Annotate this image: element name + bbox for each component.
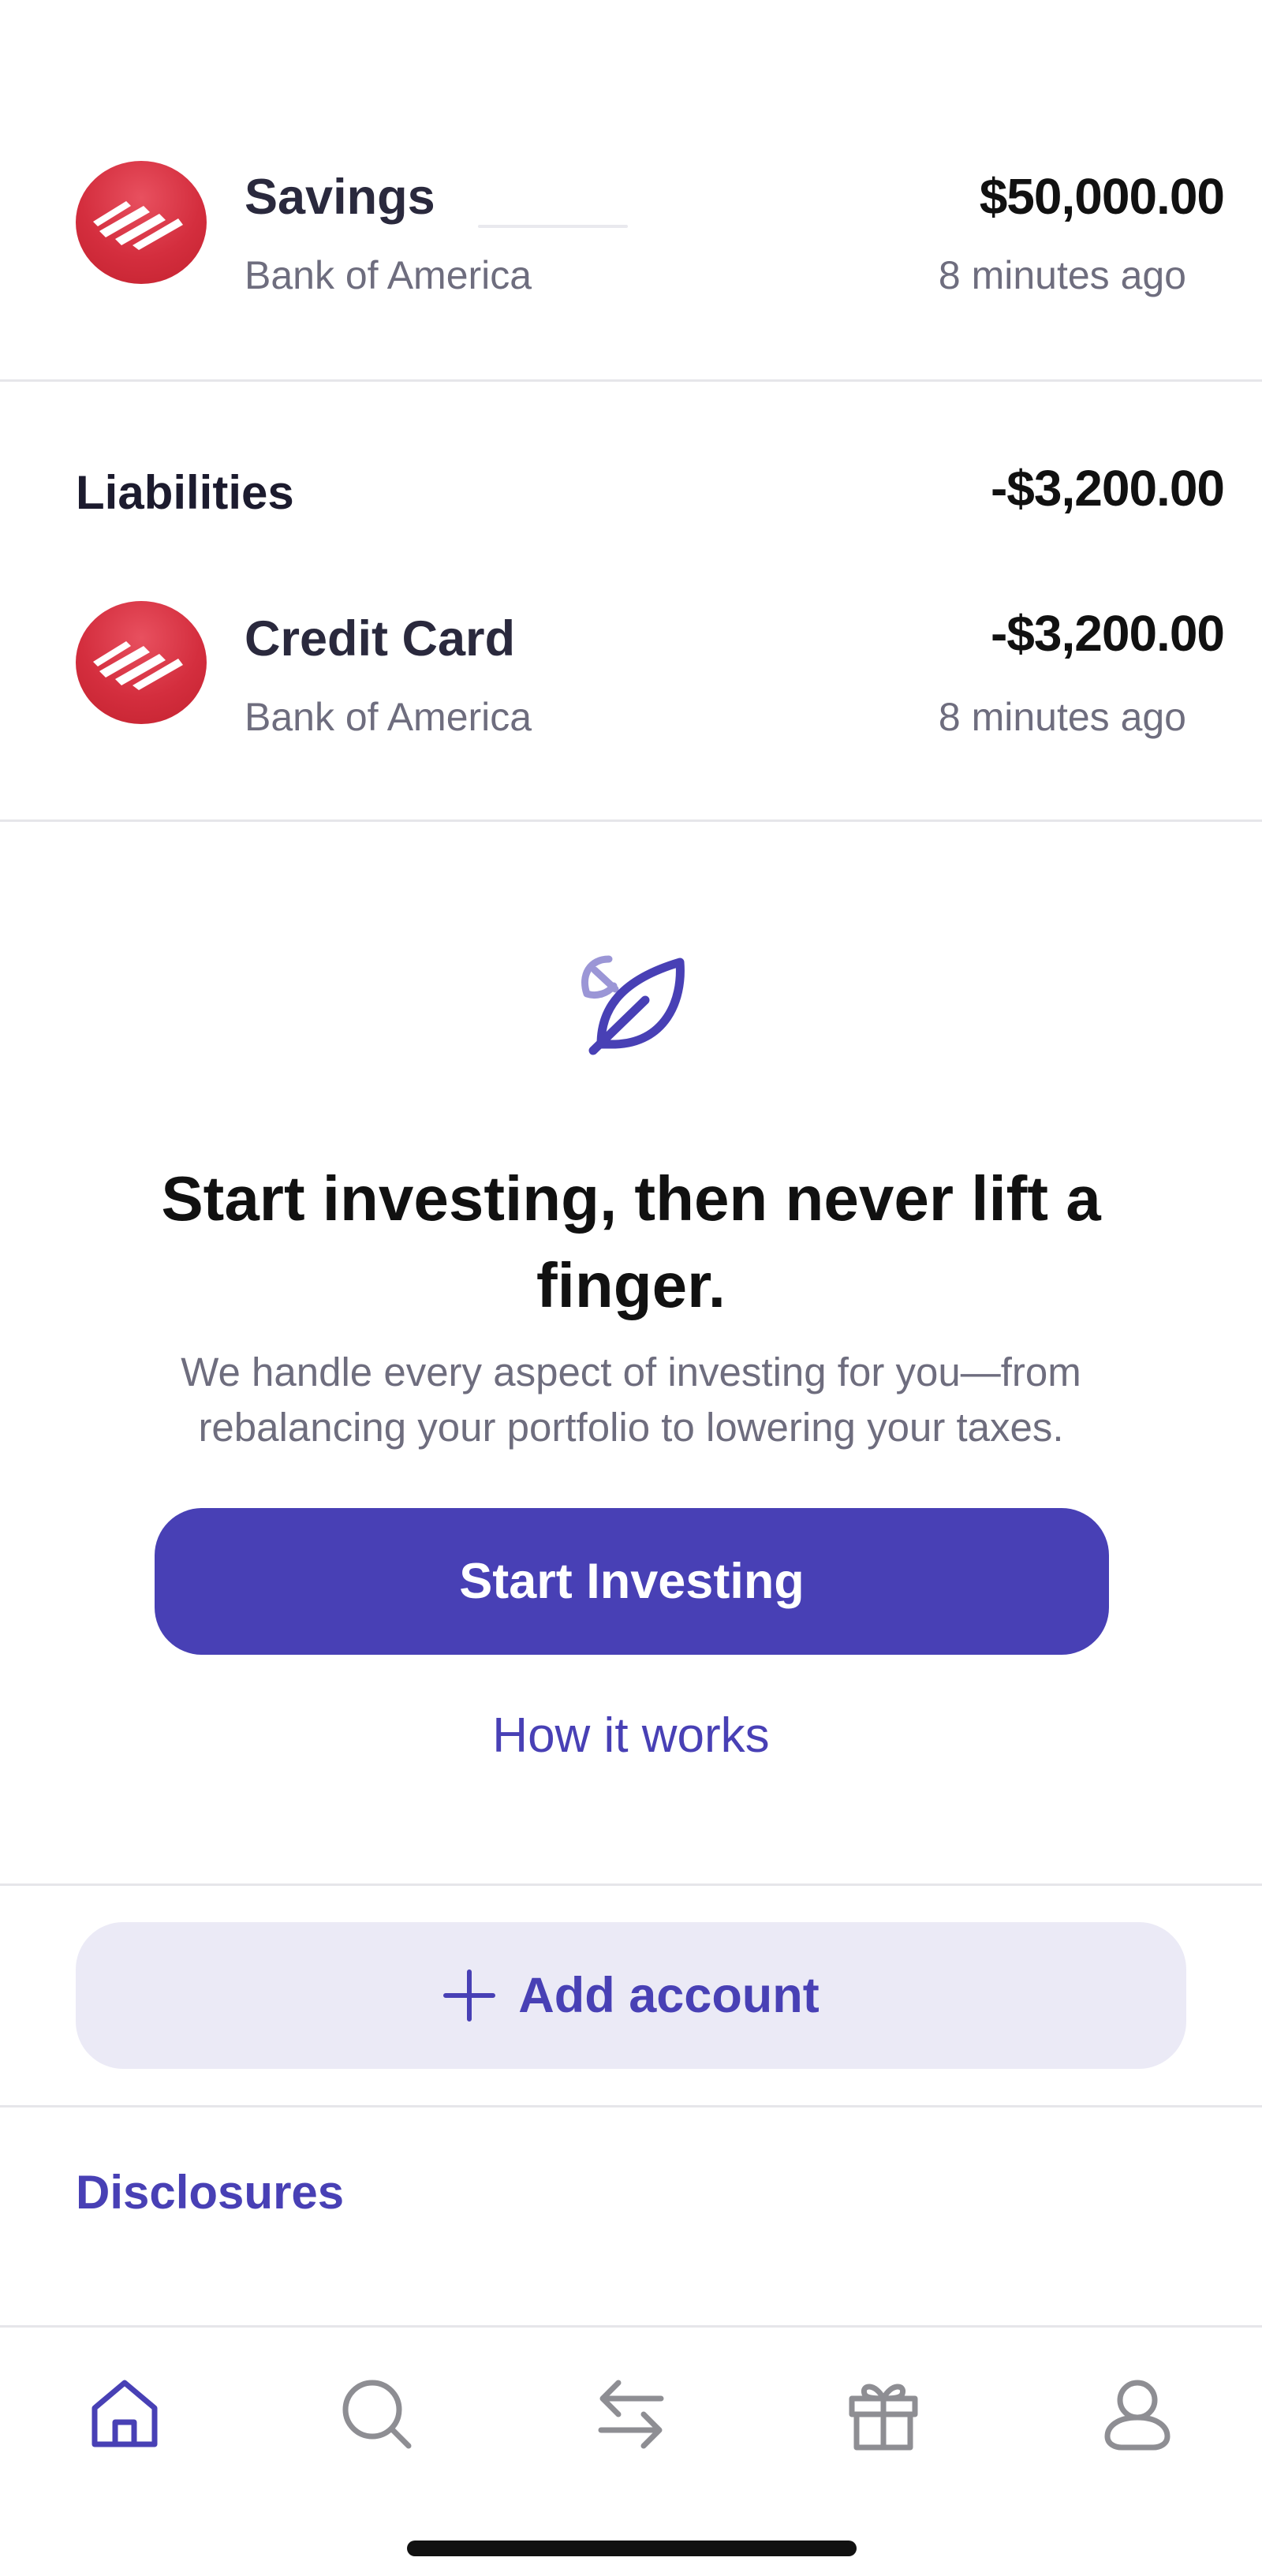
disclosures-link[interactable]: Disclosures — [76, 2165, 344, 2219]
tab-profile[interactable] — [1090, 2367, 1185, 2462]
account-row-credit-card[interactable]: Credit Card Bank of America -$3,200.00 8… — [0, 576, 1262, 749]
account-updated-time: 8 minutes ago — [938, 253, 1186, 297]
promo-description: We handle every aspect of investing for … — [181, 1350, 1081, 1450]
gift-icon — [849, 2384, 918, 2451]
tab-transfer[interactable] — [584, 2367, 678, 2462]
bank-of-america-logo-icon — [76, 161, 207, 284]
search-icon — [342, 2380, 412, 2449]
add-account-label: Add account — [518, 1968, 820, 2023]
tab-search[interactable] — [330, 2367, 424, 2462]
profile-icon — [1104, 2380, 1171, 2451]
how-it-works-link[interactable]: How it works — [0, 1708, 1262, 1764]
add-account-button[interactable]: Add account — [76, 1922, 1186, 2069]
divider — [0, 379, 1262, 382]
account-row-savings[interactable]: Savings Bank of America $50,000.00 8 min… — [0, 134, 1262, 308]
divider — [0, 1883, 1262, 1886]
tab-home[interactable] — [77, 2367, 172, 2462]
account-name: Savings — [245, 170, 435, 225]
leaf-icon — [569, 953, 693, 1055]
home-icon — [91, 2380, 158, 2447]
divider — [0, 819, 1262, 822]
home-indicator — [407, 2541, 857, 2556]
bank-of-america-logo-icon — [76, 601, 207, 724]
account-updated-time: 8 minutes ago — [938, 695, 1186, 739]
account-balance: -$3,200.00 — [990, 605, 1225, 662]
transfer-icon — [598, 2380, 664, 2449]
divider — [0, 2105, 1262, 2107]
account-institution: Bank of America — [245, 253, 532, 297]
bottom-tab-bar — [0, 2325, 1262, 2576]
promo-title: Start investing, then never lift a finge… — [161, 1163, 1101, 1320]
tab-rewards[interactable] — [836, 2367, 931, 2462]
liabilities-total: -$3,200.00 — [990, 460, 1225, 517]
plus-icon — [443, 1969, 496, 2022]
start-investing-button[interactable]: Start Investing — [155, 1508, 1109, 1655]
liabilities-title: Liabilities — [76, 466, 294, 519]
account-balance: $50,000.00 — [979, 168, 1225, 225]
account-institution: Bank of America — [245, 695, 532, 739]
account-name: Credit Card — [245, 611, 516, 666]
app-screen: Savings Bank of America $50,000.00 8 min… — [0, 0, 1262, 2576]
loading-placeholder — [478, 225, 628, 228]
